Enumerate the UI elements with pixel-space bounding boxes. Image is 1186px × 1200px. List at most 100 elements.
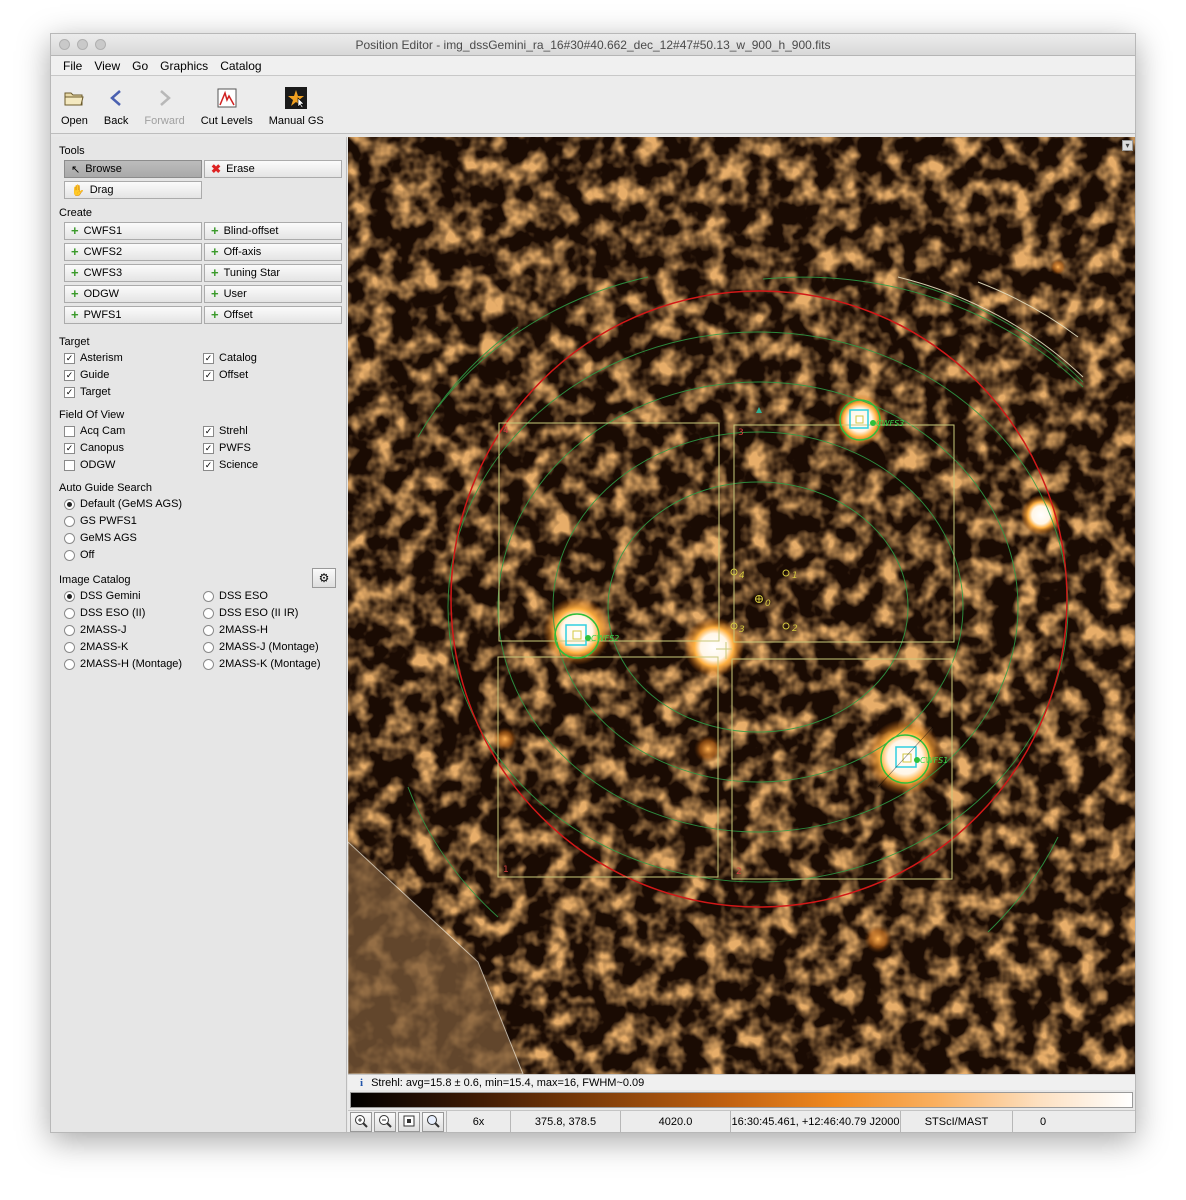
- drag-tool-button[interactable]: ✋ Drag: [64, 181, 202, 199]
- plus-icon: +: [211, 307, 219, 322]
- radio-dot: [64, 549, 75, 561]
- minimize-window-button[interactable]: [77, 39, 88, 50]
- catalog-2mass-j-montage-radio[interactable]: 2MASS-J (Montage): [203, 640, 342, 654]
- radio-label: GeMS AGS: [80, 532, 137, 544]
- create-off-axis-button[interactable]: + Off-axis: [204, 243, 342, 261]
- create-label: PWFS1: [83, 309, 122, 321]
- open-button[interactable]: Open: [53, 76, 96, 133]
- checkbox-label: Guide: [80, 369, 110, 381]
- checkbox-box: ✓: [64, 369, 75, 381]
- quadrant-label-4: 4: [503, 426, 509, 436]
- close-window-button[interactable]: [59, 39, 70, 50]
- catalog-2mass-k-radio[interactable]: 2MASS-K: [64, 640, 203, 654]
- create-cwfs1-button[interactable]: + CWFS1: [64, 222, 202, 240]
- title-bar: Position Editor - img_dssGemini_ra_16#30…: [51, 34, 1135, 56]
- create-pwfs1-button[interactable]: + PWFS1: [64, 306, 202, 324]
- radio-dot: [64, 590, 75, 602]
- info-icon: i: [360, 1077, 364, 1089]
- radio-label: 2MASS-H: [219, 624, 268, 636]
- colorbar[interactable]: [350, 1092, 1133, 1108]
- zoom-fit-icon: [402, 1114, 416, 1131]
- create-label: User: [223, 288, 247, 300]
- manual-gs-button[interactable]: Manual GS: [261, 76, 332, 133]
- image-menu-button[interactable]: ▾: [1122, 140, 1133, 151]
- toolbar: Open Back Forward Cut Levels Manual GS: [51, 76, 1135, 134]
- target-heading: Target: [59, 336, 90, 348]
- checkbox-box: [64, 425, 75, 437]
- forward-button[interactable]: Forward: [136, 76, 192, 133]
- cut-levels-label: Cut Levels: [200, 115, 253, 127]
- target-catalog-checkbox[interactable]: ✓ Catalog: [203, 351, 342, 365]
- create-cwfs3-button[interactable]: + CWFS3: [64, 264, 202, 282]
- menu-catalog[interactable]: Catalog: [214, 56, 267, 75]
- ags-gs-pwfs1-radio[interactable]: GS PWFS1: [64, 514, 346, 528]
- fov-strehl-checkbox[interactable]: ✓ Strehl: [203, 424, 342, 438]
- create-cwfs2-button[interactable]: + CWFS2: [64, 243, 202, 261]
- erase-label: Erase: [226, 163, 255, 175]
- create-blind-offset-button[interactable]: + Blind-offset: [204, 222, 342, 240]
- catalog-2mass-k-montage-radio[interactable]: 2MASS-K (Montage): [203, 657, 342, 671]
- ags-off-radio[interactable]: Off: [64, 548, 346, 562]
- radio-label: 2MASS-K: [80, 641, 129, 653]
- catalog-2mass-h-montage-radio[interactable]: 2MASS-H (Montage): [64, 657, 203, 671]
- radio-label: DSS Gemini: [80, 590, 141, 602]
- checkbox-box: ✓: [64, 386, 75, 398]
- zoom-fit-button[interactable]: [398, 1112, 420, 1132]
- fov-science-checkbox[interactable]: ✓ Science: [203, 458, 342, 472]
- create-label: CWFS3: [83, 267, 123, 279]
- image-catalog-radios: DSS Gemini DSS ESO DSS ESO (II) DSS ESO …: [64, 589, 346, 671]
- plus-icon: +: [211, 244, 219, 259]
- radio-dot: [203, 658, 214, 670]
- ags-heading: Auto Guide Search: [59, 482, 152, 494]
- checkbox-label: Asterism: [80, 352, 123, 364]
- catalog-dss-eso-ii-radio[interactable]: DSS ESO (II): [64, 606, 203, 620]
- plus-icon: +: [71, 223, 79, 238]
- create-user-button[interactable]: + User: [204, 285, 342, 303]
- ags-gems-ags-radio[interactable]: GeMS AGS: [64, 531, 346, 545]
- back-label: Back: [103, 115, 129, 127]
- target-target-checkbox[interactable]: ✓ Target: [64, 385, 203, 399]
- radio-dot: [64, 515, 75, 527]
- catalog-dss-eso-ii-ir-radio[interactable]: DSS ESO (II IR): [203, 606, 342, 620]
- menu-graphics[interactable]: Graphics: [154, 56, 214, 75]
- zoom-out-button[interactable]: [374, 1112, 396, 1132]
- menu-view[interactable]: View: [88, 56, 126, 75]
- fov-odgw-checkbox[interactable]: ODGW: [64, 458, 203, 472]
- fov-acq-cam-checkbox[interactable]: Acq Cam: [64, 424, 203, 438]
- radio-dot: [64, 641, 75, 653]
- zoom-window-button[interactable]: [95, 39, 106, 50]
- fits-image-canvas[interactable]: 1 2 3 4 0 1 2 3 4 CWFS3 CWFS2 CWFS1 ▾: [348, 137, 1135, 1074]
- fov-pwfs-checkbox[interactable]: ✓ PWFS: [203, 441, 342, 455]
- window-controls: [59, 39, 106, 50]
- menu-file[interactable]: File: [57, 56, 88, 75]
- catalog-dss-gemini-radio[interactable]: DSS Gemini: [64, 589, 203, 603]
- create-tuning-star-button[interactable]: + Tuning Star: [204, 264, 342, 282]
- cwfs2-star-label: CWFS2: [591, 634, 619, 643]
- erase-tool-button[interactable]: ✖ Erase: [204, 160, 342, 178]
- target-guide-checkbox[interactable]: ✓ Guide: [64, 368, 203, 382]
- fov-canopus-checkbox[interactable]: ✓ Canopus: [64, 441, 203, 455]
- target-offset-checkbox[interactable]: ✓ Offset: [203, 368, 342, 382]
- quadrant-label-2: 2: [736, 867, 742, 877]
- checkbox-box: ✓: [64, 352, 75, 364]
- fov-checkboxes: Acq Cam ✓ Strehl ✓ Canopus ✓ PWFS ODGW ✓ Sci…: [64, 424, 346, 472]
- target-asterism-checkbox[interactable]: ✓ Asterism: [64, 351, 203, 365]
- catalog-settings-button[interactable]: ⚙: [312, 568, 336, 588]
- catalog-2mass-h-radio[interactable]: 2MASS-H: [203, 623, 342, 637]
- sky-image[interactable]: 1 2 3 4 0 1 2 3 4 CWFS3 CWFS2 CWFS1: [348, 137, 1135, 1074]
- radio-label: 2MASS-H (Montage): [80, 658, 183, 670]
- create-offset-button[interactable]: + Offset: [204, 306, 342, 324]
- browse-tool-button[interactable]: ↖ Browse: [64, 160, 202, 178]
- catalog-dss-eso-radio[interactable]: DSS ESO: [203, 589, 342, 603]
- ags-default-radio[interactable]: Default (GeMS AGS): [64, 497, 346, 511]
- zoom-in-button[interactable]: [350, 1112, 372, 1132]
- image-catalog-heading: Image Catalog: [59, 574, 131, 586]
- marker-label-4: 4: [739, 571, 745, 581]
- cut-levels-button[interactable]: Cut Levels: [193, 76, 261, 133]
- back-button[interactable]: Back: [96, 76, 136, 133]
- catalog-2mass-j-radio[interactable]: 2MASS-J: [64, 623, 203, 637]
- create-odgw-button[interactable]: + ODGW: [64, 285, 202, 303]
- zoom-magnifier-button[interactable]: [422, 1112, 444, 1132]
- menu-go[interactable]: Go: [126, 56, 154, 75]
- checkbox-box: ✓: [203, 459, 214, 471]
